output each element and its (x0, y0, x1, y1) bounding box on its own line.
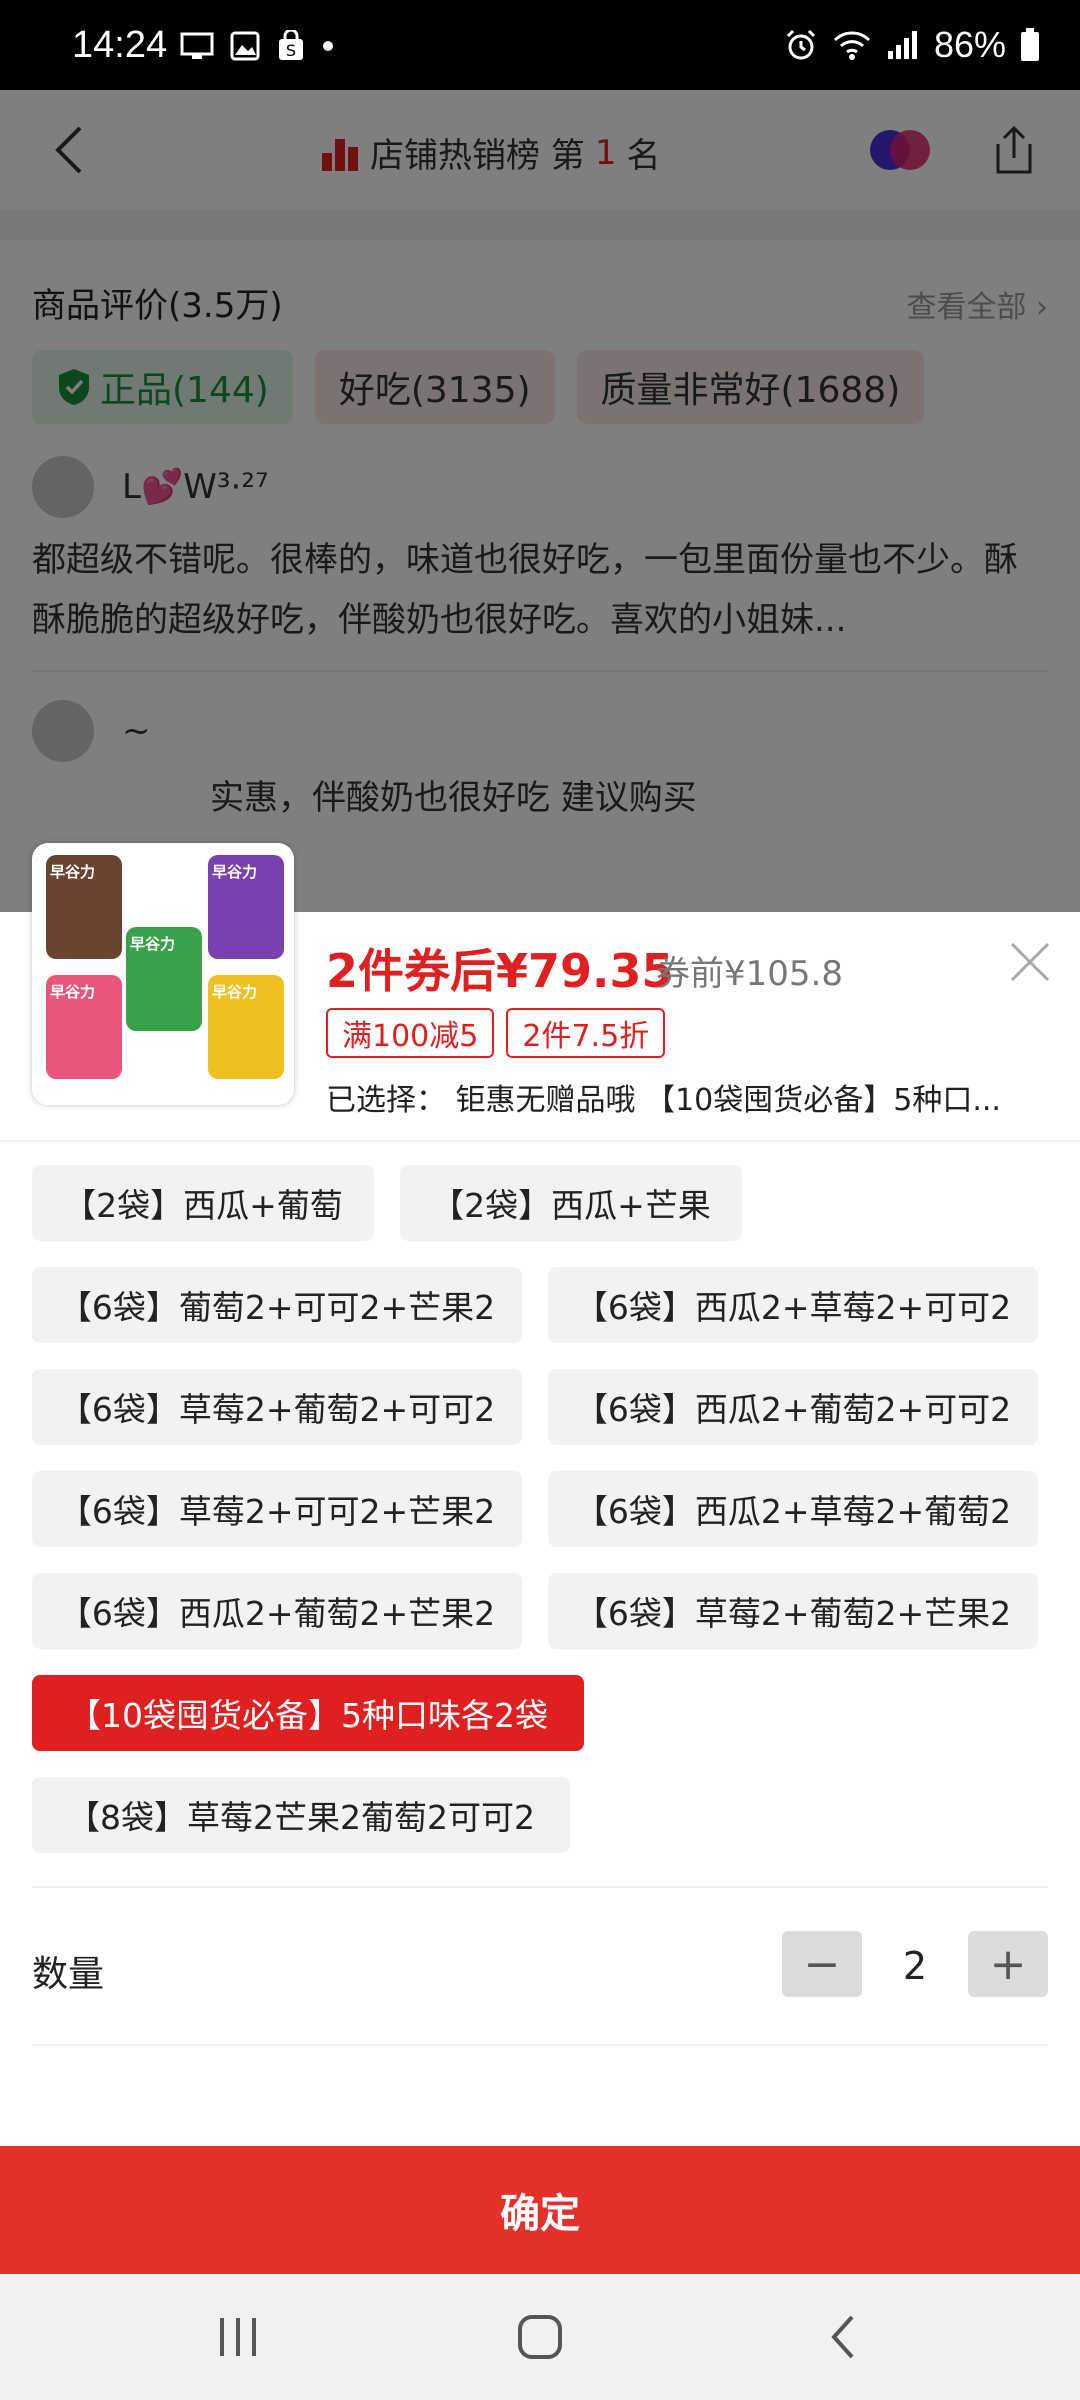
quantity-value[interactable]: 2 (880, 1944, 950, 1988)
alarm-icon (786, 29, 815, 60)
dot-icon (323, 41, 333, 51)
bag-image: 早谷力 (208, 975, 284, 1079)
signal-icon (887, 31, 917, 59)
promo-badges: 满100减5 2件7.5折 (326, 1008, 666, 1058)
image-icon (230, 31, 260, 61)
divider (32, 2044, 1048, 2046)
sku-option[interactable]: 【2袋】西瓜+葡萄 (32, 1165, 374, 1241)
wifi-icon (833, 31, 870, 60)
bag-image: 早谷力 (208, 855, 284, 959)
price-before-coupon: 券前¥105.8 (656, 954, 843, 994)
sku-option[interactable]: 【2袋】西瓜+芒果 (400, 1165, 742, 1241)
sku-option[interactable]: 【6袋】西瓜2+葡萄2+芒果2 (32, 1573, 522, 1649)
sku-option[interactable]: 【8袋】草莓2芒果2葡萄2可可2 (32, 1777, 570, 1853)
confirm-button[interactable]: 确定 (0, 2146, 1080, 2274)
quantity-plus-button[interactable]: + (968, 1931, 1048, 1997)
battery-icon (1021, 28, 1039, 61)
status-time: 14:24 (72, 24, 168, 66)
sku-option-selected[interactable]: 【10袋囤货必备】5种口味各2袋 (32, 1675, 584, 1751)
divider (32, 1886, 1048, 1888)
quantity-minus-button[interactable]: − (782, 1931, 862, 1997)
bag-image: 早谷力 (46, 855, 122, 959)
back-icon[interactable] (818, 2312, 870, 2362)
bag-image: 早谷力 (126, 927, 202, 1031)
svg-text:S: S (286, 41, 296, 60)
shopping-bag-icon: S (279, 30, 303, 60)
sku-option[interactable]: 【6袋】草莓2+葡萄2+可可2 (32, 1369, 522, 1445)
sku-option[interactable]: 【6袋】草莓2+可可2+芒果2 (32, 1471, 522, 1547)
recent-apps-icon[interactable] (212, 2312, 264, 2362)
status-right: 86% (784, 24, 1040, 66)
sku-option[interactable]: 【6袋】西瓜2+草莓2+葡萄2 (548, 1471, 1038, 1547)
divider (0, 1140, 1080, 1142)
sku-option[interactable]: 【6袋】西瓜2+草莓2+可可2 (548, 1267, 1038, 1343)
sku-option[interactable]: 【6袋】草莓2+葡萄2+芒果2 (548, 1573, 1038, 1649)
battery-percent: 86% (933, 24, 1006, 65)
sku-option[interactable]: 【6袋】葡萄2+可可2+芒果2 (32, 1267, 522, 1343)
dim-overlay[interactable] (0, 90, 1080, 912)
close-icon[interactable] (1008, 940, 1052, 984)
system-nav-bar (0, 2274, 1080, 2400)
home-icon[interactable] (514, 2312, 566, 2362)
sku-option[interactable]: 【6袋】西瓜2+葡萄2+可可2 (548, 1369, 1038, 1445)
quantity-label: 数量 (32, 1954, 105, 1995)
product-thumbnail[interactable]: 早谷力 早谷力 早谷力 早谷力 早谷力 (32, 843, 294, 1105)
promo-badge: 满100减5 (326, 1008, 495, 1058)
promo-badge: 2件7.5折 (506, 1008, 666, 1058)
screen-icon (180, 32, 214, 59)
price-after-coupon: 2件券后¥79.35 (326, 944, 674, 998)
bag-image: 早谷力 (46, 975, 122, 1079)
selected-summary: 已选择： 钜惠无赠品哦 【10袋囤货必备】5种口... (326, 1083, 1001, 1118)
status-notification-icons: S (180, 30, 334, 62)
status-bar: 14:24 S 86% (0, 0, 1080, 90)
